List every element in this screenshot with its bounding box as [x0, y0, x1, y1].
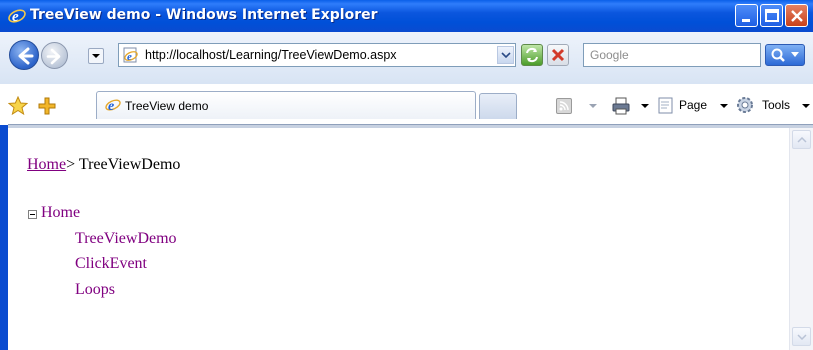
breadcrumb: Home> TreeViewDemo	[27, 156, 180, 174]
refresh-icon	[526, 47, 538, 63]
page-ie-icon: e	[123, 47, 138, 63]
tools-menu-label[interactable]: Tools	[762, 98, 790, 112]
minimize-button[interactable]	[735, 4, 758, 27]
address-url: http://localhost/Learning/TreeViewDemo.a…	[145, 48, 397, 62]
tree-node-loops[interactable]: Loops	[75, 281, 115, 299]
chevron-up-icon	[797, 137, 807, 143]
chevron-down-icon[interactable]	[720, 104, 728, 109]
minimize-icon	[742, 19, 750, 22]
svg-text:e: e	[12, 9, 19, 25]
address-bar[interactable]: e http://localhost/Learning/TreeViewDemo…	[118, 43, 516, 67]
forward-button[interactable]	[41, 42, 68, 69]
chevron-down-icon	[797, 334, 807, 340]
window-title: TreeView demo - Windows Internet Explore…	[30, 7, 378, 23]
new-tab-button[interactable]	[479, 93, 517, 119]
rss-feed-icon	[559, 101, 569, 111]
maximize-button[interactable]	[760, 4, 783, 27]
print-icon[interactable]	[611, 96, 631, 116]
back-button[interactable]	[9, 40, 39, 70]
browser-window: e TreeView demo - Windows Internet Explo…	[0, 0, 813, 350]
close-icon	[791, 10, 803, 22]
back-arrow-icon	[18, 47, 34, 65]
svg-text:e: e	[108, 99, 114, 113]
forward-arrow-icon	[46, 48, 61, 65]
chevron-down-icon[interactable]	[589, 104, 597, 109]
chevron-down-icon[interactable]	[802, 104, 810, 109]
maximize-icon	[765, 9, 779, 22]
search-input[interactable]: Google	[583, 43, 761, 67]
feeds-button[interactable]	[556, 98, 572, 114]
refresh-button[interactable]	[521, 44, 543, 66]
close-button[interactable]	[785, 4, 808, 27]
search-button[interactable]	[765, 44, 805, 66]
chevron-down-icon[interactable]	[641, 104, 649, 109]
chevron-down-icon	[92, 54, 100, 58]
tab-treeview-demo[interactable]: e TreeView demo	[96, 91, 476, 119]
title-bar: e TreeView demo - Windows Internet Explo…	[0, 0, 813, 32]
page-icon[interactable]	[658, 97, 673, 114]
breadcrumb-current: TreeViewDemo	[78, 156, 181, 173]
favorites-star-icon[interactable]	[8, 96, 28, 116]
ie-logo-icon: e	[105, 99, 121, 113]
window-frame	[0, 125, 8, 350]
gear-icon[interactable]	[735, 95, 755, 115]
search-icon	[771, 48, 799, 62]
address-dropdown[interactable]	[497, 46, 514, 64]
search-placeholder: Google	[590, 48, 629, 62]
vertical-scrollbar[interactable]	[789, 128, 813, 350]
recent-pages-dropdown[interactable]	[88, 48, 104, 64]
page-menu-label[interactable]: Page	[679, 98, 707, 112]
add-favorites-icon[interactable]	[37, 96, 57, 116]
stop-button[interactable]	[547, 44, 569, 66]
tree-node-clickevent[interactable]: ClickEvent	[75, 255, 147, 273]
ie-logo-icon: e	[8, 9, 26, 25]
breadcrumb-home-link[interactable]: Home	[27, 156, 66, 173]
scroll-up-button[interactable]	[792, 130, 811, 149]
chevron-down-icon	[501, 52, 511, 59]
scroll-down-button[interactable]	[792, 327, 811, 346]
breadcrumb-separator: >	[66, 156, 76, 173]
collapse-toggle-icon[interactable]	[28, 210, 37, 219]
stop-icon	[551, 48, 565, 62]
page-content: Home> TreeViewDemo Home TreeViewDemo Cli…	[8, 128, 789, 350]
tree-node-treeviewdemo[interactable]: TreeViewDemo	[75, 230, 177, 248]
svg-text:e: e	[127, 51, 132, 63]
tab-label: TreeView demo	[125, 99, 209, 113]
tree-node-home[interactable]: Home	[41, 204, 80, 222]
